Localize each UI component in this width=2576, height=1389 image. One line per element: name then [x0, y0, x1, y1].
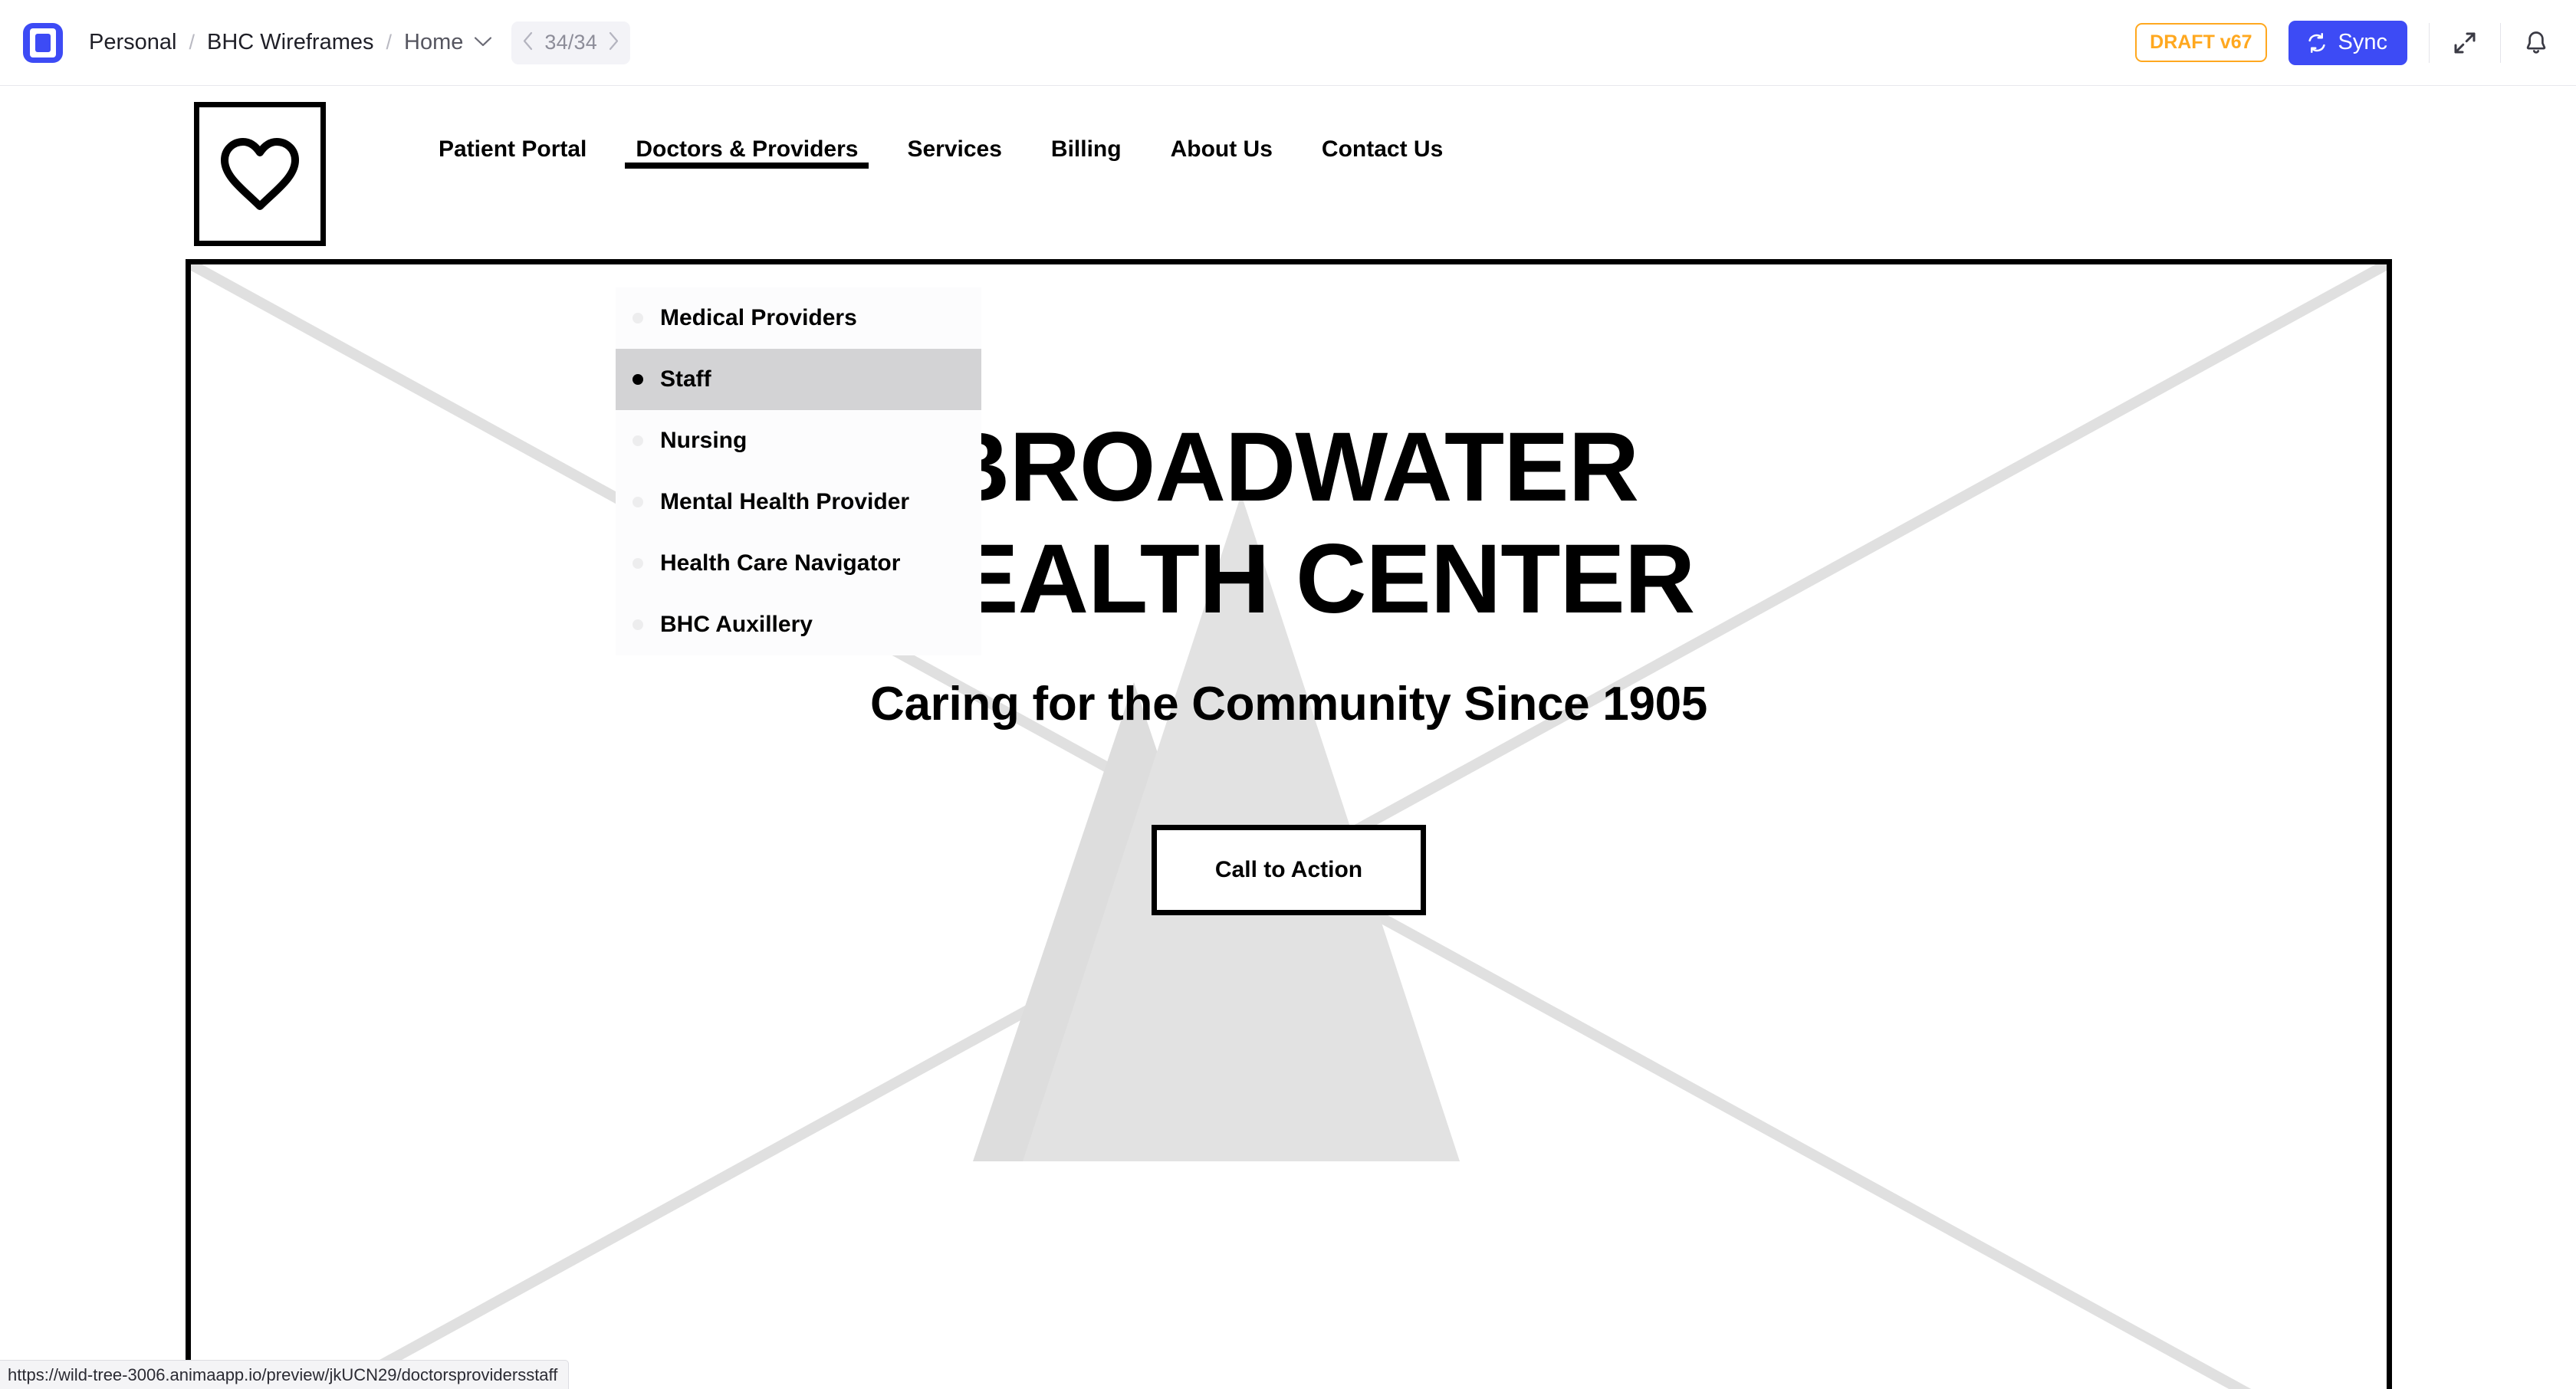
nav-item-contact-us[interactable]: Contact Us: [1297, 86, 1467, 169]
chevron-down-icon[interactable]: [475, 34, 492, 50]
page-pager: 34/34: [511, 21, 630, 64]
nav-item-services[interactable]: Services: [882, 86, 1026, 169]
logo-inner-square: [35, 33, 51, 52]
breadcrumb-item-page[interactable]: Home: [402, 30, 465, 55]
dropdown-item-bhc-auxillery[interactable]: BHC Auxillery: [616, 594, 981, 655]
dropdown-item-label: Health Care Navigator: [660, 550, 901, 576]
sync-button-label: Sync: [2338, 30, 2387, 54]
dropdown-item-label: Staff: [660, 366, 711, 392]
preview-canvas: Information Registration Access FAQs Bro…: [0, 86, 2576, 1389]
sync-icon: [2305, 31, 2328, 54]
dropdown-item-nursing[interactable]: Nursing: [616, 410, 981, 471]
pager-next-icon[interactable]: [608, 31, 619, 54]
breadcrumb: Personal / BHC Wireframes / Home: [87, 30, 492, 55]
dropdown-item-mental-health-provider[interactable]: Mental Health Provider: [616, 471, 981, 533]
status-bar-url: https://wild-tree-3006.animaapp.io/previ…: [0, 1360, 570, 1389]
anima-logo-icon[interactable]: [23, 22, 63, 63]
bullet-icon: [632, 374, 643, 385]
call-to-action-button[interactable]: Call to Action: [1152, 824, 1426, 915]
nav-item-patient-portal[interactable]: Patient Portal: [414, 86, 611, 169]
hero-subtitle: Caring for the Community Since 1905: [870, 677, 1707, 731]
breadcrumb-separator: /: [189, 31, 195, 54]
breadcrumb-item-personal[interactable]: Personal: [87, 30, 178, 55]
dropdown-item-label: Mental Health Provider: [660, 489, 910, 514]
nav-item-doctors-providers[interactable]: Doctors & Providers: [611, 86, 882, 169]
main-navigation: Patient Portal Doctors & Providers Servi…: [414, 86, 1467, 169]
bullet-icon: [632, 497, 643, 507]
nav-item-billing[interactable]: Billing: [1027, 86, 1146, 169]
bullet-icon: [632, 435, 643, 446]
pager-prev-icon[interactable]: [522, 31, 534, 54]
dropdown-item-label: Medical Providers: [660, 305, 857, 330]
breadcrumb-item-project[interactable]: BHC Wireframes: [205, 30, 376, 55]
hero-image-placeholder: BROADWATER HEALTH CENTER Caring for the …: [186, 259, 2392, 1389]
toolbar-divider: [2500, 22, 2501, 63]
dropdown-item-staff[interactable]: Staff: [616, 349, 981, 410]
fullscreen-icon[interactable]: [2451, 29, 2479, 57]
hero-title-line-1: BROADWATER: [939, 412, 1639, 522]
bullet-icon: [632, 619, 643, 630]
hero-title-line-2: HEALTH CENTER: [882, 524, 1695, 634]
dropdown-item-medical-providers[interactable]: Medical Providers: [616, 287, 981, 349]
bullet-icon: [632, 558, 643, 569]
nav-item-about-us[interactable]: About Us: [1146, 86, 1297, 169]
site-header: Patient Portal Doctors & Providers Servi…: [0, 86, 2576, 246]
bullet-icon: [632, 313, 643, 323]
toolbar-divider: [2429, 22, 2430, 63]
heart-icon: [221, 138, 299, 210]
pager-count: 34/34: [544, 31, 597, 54]
notifications-bell-icon[interactable]: [2522, 29, 2550, 57]
breadcrumb-separator: /: [386, 31, 393, 54]
doctors-providers-dropdown: Medical Providers Staff Nursing Mental H…: [616, 287, 981, 655]
draft-version-badge[interactable]: DRAFT v67: [2135, 23, 2267, 62]
topbar-actions: DRAFT v67 Sync: [2135, 20, 2576, 65]
hero-content: BROADWATER HEALTH CENTER Caring for the …: [191, 264, 2387, 1389]
dropdown-item-label: BHC Auxillery: [660, 612, 813, 637]
logo-inner-frame: [30, 28, 56, 57]
app-topbar: Personal / BHC Wireframes / Home 34/34 D…: [0, 0, 2576, 86]
dropdown-item-health-care-navigator[interactable]: Health Care Navigator: [616, 533, 981, 594]
site-logo[interactable]: [194, 102, 326, 246]
dropdown-item-label: Nursing: [660, 428, 748, 453]
sync-button[interactable]: Sync: [2288, 20, 2407, 65]
page-title: BROADWATER HEALTH CENTER: [882, 412, 1695, 635]
